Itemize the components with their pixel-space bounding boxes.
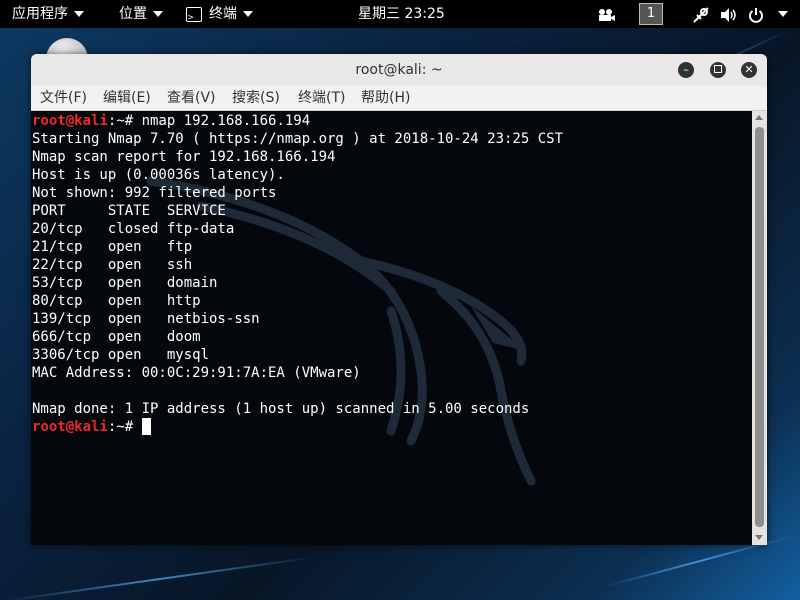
terminal-command: nmap 192.168.166.194 (141, 113, 311, 129)
maximize-icon (714, 65, 722, 73)
clock[interactable]: 星期三 23:25 (358, 0, 445, 28)
terminal-output-line: 139/tcp open netbios-ssn (32, 311, 260, 327)
menu-help[interactable]: 帮助(H) (361, 86, 410, 110)
terminal-output-line: Nmap done: 1 IP address (1 host up) scan… (32, 401, 530, 417)
terminal-output-line: Starting Nmap 7.70 ( https://nmap.org ) … (32, 131, 564, 147)
workspace-indicator[interactable]: 1 (639, 3, 663, 25)
chevron-down-icon (778, 11, 788, 17)
terminal-output-line: 666/tcp open doom (32, 329, 201, 345)
terminal-output-line: 20/tcp closed ftp-data (32, 221, 235, 237)
volume-icon[interactable] (720, 4, 738, 24)
menu-file[interactable]: 文件(F) (40, 86, 87, 110)
chevron-down-icon (153, 11, 163, 17)
power-icon[interactable] (748, 4, 764, 24)
system-menu-chevron[interactable] (772, 0, 788, 28)
prompt-path: :~# (107, 419, 142, 435)
terminal-output-line: 3306/tcp open mysql (32, 347, 210, 363)
close-icon: ✕ (744, 63, 754, 76)
prompt-path: :~# (107, 113, 142, 129)
chevron-down-icon (74, 11, 84, 17)
window-title: root@kali: ~ (355, 62, 443, 78)
terminal-output-line: 21/tcp open ftp (32, 239, 193, 255)
scroll-down-icon[interactable] (755, 535, 763, 540)
active-app-label: 终端 (209, 6, 237, 22)
terminal-output-line: MAC Address: 00:0C:29:91:7A:EA (VMware) (32, 365, 361, 381)
terminal-window: root@kali: ~ – ✕ 文件(F) 编辑(E) 查看(V) 搜索(S)… (31, 54, 767, 545)
minimize-icon: – (683, 63, 689, 76)
minimize-button[interactable]: – (678, 62, 694, 78)
active-app-menu[interactable]: >_ 终端 (186, 0, 253, 28)
menu-terminal[interactable]: 终端(T) (298, 86, 345, 110)
prompt-user: root@kali (32, 113, 108, 129)
terminal-area[interactable]: root@kali:~# nmap 192.168.166.194 Startin… (31, 111, 752, 545)
scroll-up-icon[interactable] (755, 115, 763, 120)
terminal-app-icon: >_ (186, 6, 202, 23)
terminal-output-line: Host is up (0.00036s latency). (32, 167, 285, 183)
applications-menu-label: 应用程序 (12, 6, 68, 22)
terminal-scrollbar[interactable] (752, 111, 767, 545)
close-button[interactable]: ✕ (741, 62, 757, 78)
prompt-user: root@kali (32, 419, 108, 435)
applications-menu[interactable]: 应用程序 (12, 0, 84, 28)
menu-search[interactable]: 搜索(S) (232, 86, 280, 110)
menu-bar: 文件(F) 编辑(E) 查看(V) 搜索(S) 终端(T) 帮助(H) (31, 86, 767, 111)
terminal-output-line: PORT STATE SERVICE (32, 203, 226, 219)
menu-edit[interactable]: 编辑(E) (103, 86, 151, 110)
terminal-output: root@kali:~# nmap 192.168.166.194 Startin… (32, 112, 563, 436)
top-panel: 应用程序 位置 >_ 终端 星期三 23:25 1 (0, 0, 800, 28)
terminal-prompt-line: root@kali:~# (32, 418, 563, 436)
terminal-output-line: 80/tcp open http (32, 293, 201, 309)
wallpaper-streak (1, 555, 319, 600)
chevron-down-icon (243, 11, 253, 17)
places-menu[interactable]: 位置 (119, 0, 163, 28)
camera-icon[interactable] (598, 4, 616, 24)
menu-view[interactable]: 查看(V) (167, 86, 216, 110)
terminal-output-line: Not shown: 992 filtered ports (32, 185, 277, 201)
scrollbar-thumb[interactable] (755, 127, 764, 527)
window-titlebar[interactable]: root@kali: ~ – ✕ (31, 54, 767, 86)
maximize-button[interactable] (710, 62, 726, 78)
terminal-prompt-line: root@kali:~# nmap 192.168.166.194 (32, 112, 563, 130)
terminal-output-line: 22/tcp open ssh (32, 257, 193, 273)
terminal-output-line: 53/tcp open domain (32, 275, 218, 291)
places-menu-label: 位置 (119, 6, 147, 22)
terminal-output-line: Nmap scan report for 192.168.166.194 (32, 149, 336, 165)
text-cursor (141, 418, 151, 435)
network-icon[interactable] (692, 4, 710, 24)
